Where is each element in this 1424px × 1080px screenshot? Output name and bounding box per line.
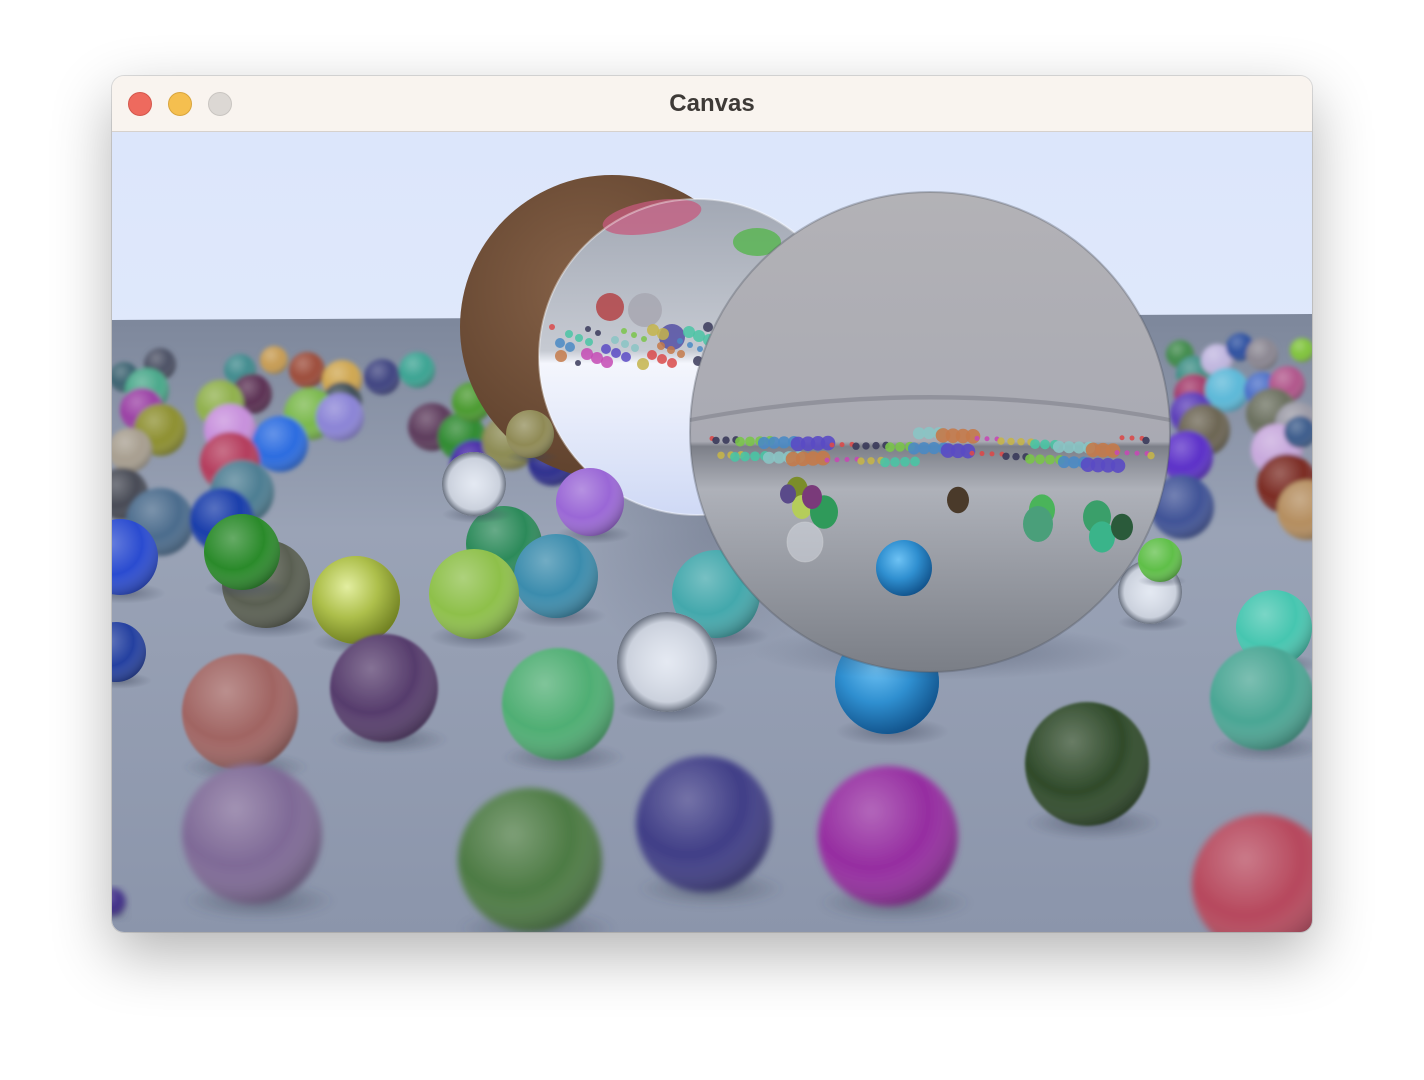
sphere (316, 393, 364, 441)
sphere (399, 352, 435, 388)
render-image (112, 132, 1312, 932)
sphere (1246, 338, 1278, 370)
app-window: Canvas (112, 76, 1312, 932)
sphere (260, 346, 288, 374)
sphere (289, 352, 325, 388)
title-bar[interactable]: Canvas (112, 76, 1312, 132)
canvas-view[interactable] (112, 132, 1312, 932)
window-title: Canvas (669, 90, 755, 117)
sphere (252, 416, 308, 472)
sphere (1210, 646, 1312, 762)
sphere (364, 359, 400, 395)
large-mirror-sphere (689, 191, 1171, 673)
